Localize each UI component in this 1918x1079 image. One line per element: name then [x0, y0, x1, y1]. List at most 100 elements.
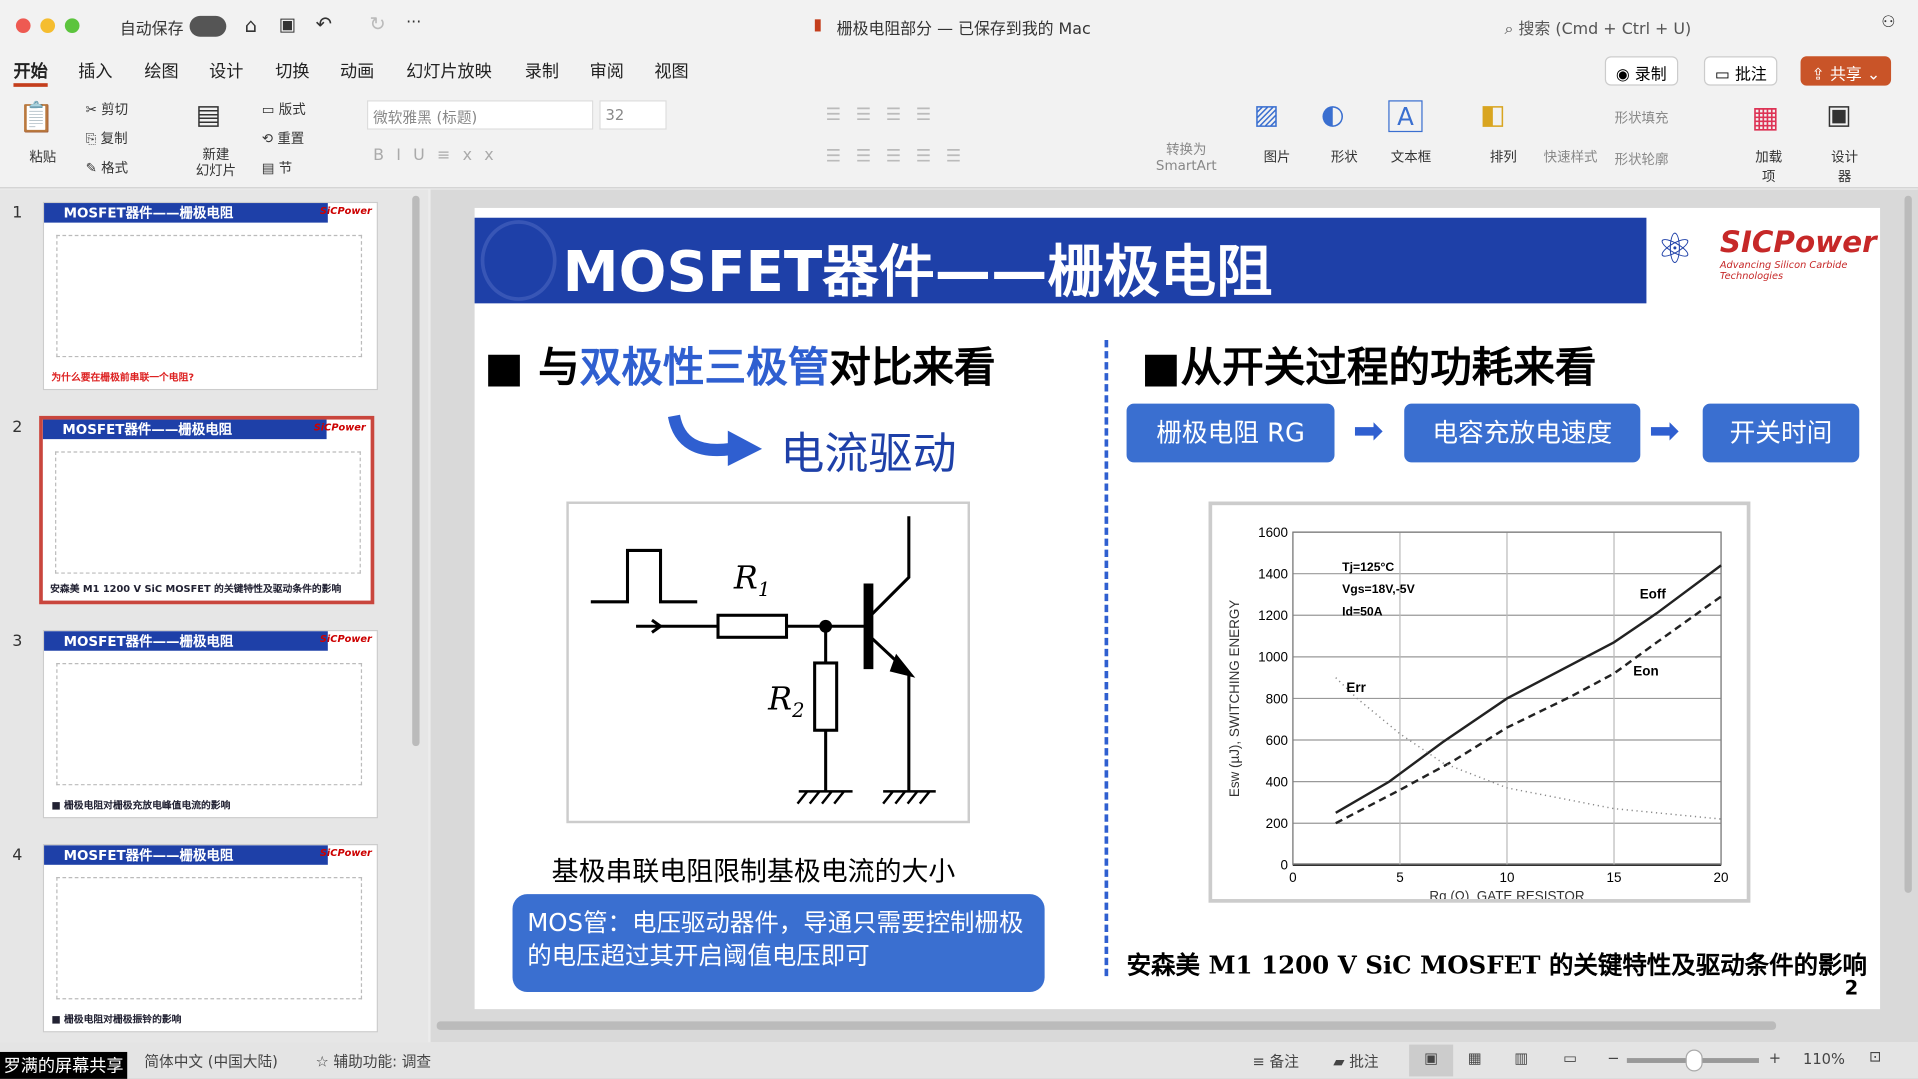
shape-fill-button[interactable]: 形状填充 [1615, 108, 1669, 128]
tab-draw[interactable]: 绘图 [144, 59, 178, 83]
arrange-icon[interactable]: ◧ [1480, 100, 1505, 131]
font-select[interactable]: 微软雅黑 (标题) [366, 100, 594, 130]
designer-icon[interactable]: ▣ [1826, 100, 1851, 131]
new-slide-button[interactable]: 新建 幻灯片 [196, 147, 236, 179]
thumb-caption: ■ 栅极电阻对栅极充放电峰值电流的影响 [51, 799, 231, 811]
y-tick-label: 800 [1266, 691, 1288, 706]
paragraph-buttons[interactable]: ☰☰☰☰ [826, 105, 946, 125]
save-icon[interactable]: ▣ [279, 13, 296, 35]
y-tick-label: 200 [1266, 816, 1288, 831]
section-button[interactable]: ▤ 节 [262, 158, 292, 178]
zoom-in-button[interactable]: + [1769, 1050, 1781, 1067]
addins-button[interactable]: 加载项 [1754, 147, 1783, 186]
tab-transitions[interactable]: 切换 [275, 59, 309, 83]
language-status[interactable]: 简体中文 (中国大陆) [144, 1051, 278, 1072]
normal-view-button[interactable]: ▣ [1409, 1044, 1454, 1077]
tab-record[interactable]: 录制 [525, 59, 559, 83]
paste-button[interactable]: 粘贴 [29, 147, 56, 167]
reset-button[interactable]: ⟲ 重置 [262, 128, 304, 148]
comment-button[interactable]: ▭ 批注 [1703, 56, 1778, 86]
textbox-icon[interactable]: A [1388, 100, 1423, 133]
r2-letter: R [768, 681, 793, 719]
quick-style-button[interactable]: 快速样式 [1544, 147, 1598, 167]
ribbon-toolbar: 📋 粘贴 ✂ 剪切 ⎘ 复制 ✎ 格式 ▤ 新建 幻灯片 ▭ 版式 ⟲ 重置 ▤… [0, 88, 1918, 189]
slide-thumbnail[interactable]: MOSFET器件——栅极电阻 SiCPower 安森美 M1 1200 V Si… [39, 415, 375, 605]
share-button[interactable]: ⇪ 共享 ⌄ [1800, 56, 1892, 86]
tab-design[interactable]: 设计 [209, 59, 243, 83]
picture-icon[interactable]: ▨ [1254, 100, 1279, 131]
tab-home[interactable]: 开始 [13, 59, 48, 87]
comments-button[interactable]: ▰ 批注 [1333, 1051, 1378, 1072]
tab-animations[interactable]: 动画 [340, 59, 374, 83]
slide-thumbnail[interactable]: MOSFET器件——栅极电阻 SiCPower ■ 栅极电阻对栅极充放电峰值电流… [42, 629, 378, 819]
more-icon[interactable]: ··· [406, 13, 421, 31]
search-input[interactable]: ⌕ 搜索 (Cmd + Ctrl + U) [1495, 10, 1862, 42]
arrange-button[interactable]: 排列 [1490, 147, 1517, 167]
r2-subscript: 2 [792, 698, 805, 722]
align-buttons[interactable]: ☰☰☰☰☰ [826, 147, 976, 167]
slide-number: 4 [12, 846, 23, 865]
zoom-level[interactable]: 110% [1803, 1051, 1845, 1068]
document-title[interactable]: 栅极电阻部分 — 已保存到我的 Mac [837, 16, 1091, 39]
addins-icon[interactable]: ▦ [1752, 100, 1780, 134]
tab-insert[interactable]: 插入 [78, 59, 112, 83]
paste-icon[interactable]: 📋 [18, 100, 55, 134]
thumbnail-scrollbar[interactable] [412, 195, 420, 747]
slideshow-button[interactable]: ▭ [1563, 1050, 1577, 1067]
copy-button[interactable]: ⎘ 复制 [86, 128, 128, 148]
divider [1104, 340, 1109, 977]
slide-thumbnail-pane: 1 MOSFET器件——栅极电阻 SiCPower 为什么要在栅极前串联一个电阻… [0, 189, 429, 1043]
textbox-button[interactable]: 文本框 [1391, 147, 1431, 167]
autosave-toggle[interactable] [189, 15, 227, 37]
slide[interactable]: MOSFET器件——栅极电阻 SICPower Advancing Silico… [474, 207, 1881, 1010]
zoom-slider-handle[interactable] [1685, 1049, 1703, 1072]
shape-icon[interactable]: ◐ [1321, 100, 1344, 131]
switching-energy-chart: 0 200 400 600 800 1000 1200 1400 1600 0 5 10 15 20 Rg … [1208, 501, 1751, 903]
designer-button[interactable]: 设计器 [1830, 147, 1859, 186]
slide-thumbnail[interactable]: MOSFET器件——栅极电阻 SiCPower 为什么要在栅极前串联一个电阻? [42, 201, 378, 391]
undo-icon[interactable]: ↶ [316, 12, 332, 35]
font-size-select[interactable]: 32 [599, 100, 667, 130]
new-slide-icon[interactable]: ▤ [196, 100, 221, 131]
accessibility-status[interactable]: ☆ 辅助功能: 调查 [316, 1051, 432, 1072]
slide-sorter-button[interactable]: ▦ [1468, 1050, 1482, 1067]
zoom-button[interactable] [64, 18, 80, 34]
layout-button[interactable]: ▭ 版式 [262, 99, 306, 119]
picture-button[interactable]: 图片 [1264, 147, 1291, 167]
reading-view-button[interactable]: ▥ [1514, 1050, 1528, 1067]
series-label-Err: Err [1346, 680, 1366, 695]
cut-button[interactable]: ✂ 剪切 [86, 99, 128, 119]
record-button[interactable]: ◉ 录制 [1604, 56, 1678, 86]
tab-view[interactable]: 视图 [654, 59, 688, 83]
tab-slideshow[interactable]: 幻灯片放映 [406, 59, 492, 83]
shape-outline-button[interactable]: 形状轮廓 [1615, 149, 1669, 169]
r2-label: R2 [768, 681, 804, 722]
title-bar: 自动保存 ⌂ ▣ ↶ ↻ ··· ▮ 栅极电阻部分 — 已保存到我的 Mac ⌕… [0, 0, 1918, 52]
home-icon[interactable]: ⌂ [245, 13, 257, 36]
notes-button[interactable]: ≡ 备注 [1253, 1051, 1299, 1072]
r1-subscript: 1 [757, 577, 771, 601]
x-tick-label: 0 [1289, 870, 1296, 885]
minimize-button[interactable] [40, 18, 56, 34]
font-style-buttons[interactable]: BIU≡xx [373, 147, 506, 165]
vertical-scrollbar[interactable] [1904, 195, 1912, 893]
format-painter-button[interactable]: ✎ 格式 [86, 158, 128, 178]
fit-slide-button[interactable]: ⊡ [1869, 1048, 1881, 1065]
horizontal-scrollbar[interactable] [436, 1021, 1777, 1030]
thumb-title: MOSFET器件——栅极电阻 [44, 845, 328, 865]
tab-review[interactable]: 审阅 [590, 59, 624, 83]
slide-number: 2 [12, 418, 23, 437]
smartart-button[interactable]: 转换为 SmartArt [1156, 142, 1217, 174]
redo-icon[interactable]: ↻ [369, 12, 385, 35]
close-button[interactable] [15, 18, 31, 34]
cut-label: 剪切 [101, 101, 129, 118]
y-tick-label: 1000 [1258, 650, 1288, 665]
shape-button[interactable]: 形状 [1331, 147, 1358, 167]
status-bar: 罗满的屏幕共享 简体中文 (中国大陆) ☆ 辅助功能: 调查 ≡ 备注 ▰ 批注… [0, 1042, 1918, 1079]
x-tick-label: 15 [1607, 870, 1622, 885]
search-placeholder: 搜索 (Cmd + Ctrl + U) [1518, 20, 1692, 40]
format-label: 格式 [101, 160, 129, 177]
zoom-out-button[interactable]: − [1607, 1050, 1619, 1067]
slide-thumbnail[interactable]: MOSFET器件——栅极电阻 SiCPower ■ 栅极电阻对栅极振铃的影响 [42, 844, 378, 1033]
account-icon[interactable]: ⚇ [1881, 13, 1895, 31]
